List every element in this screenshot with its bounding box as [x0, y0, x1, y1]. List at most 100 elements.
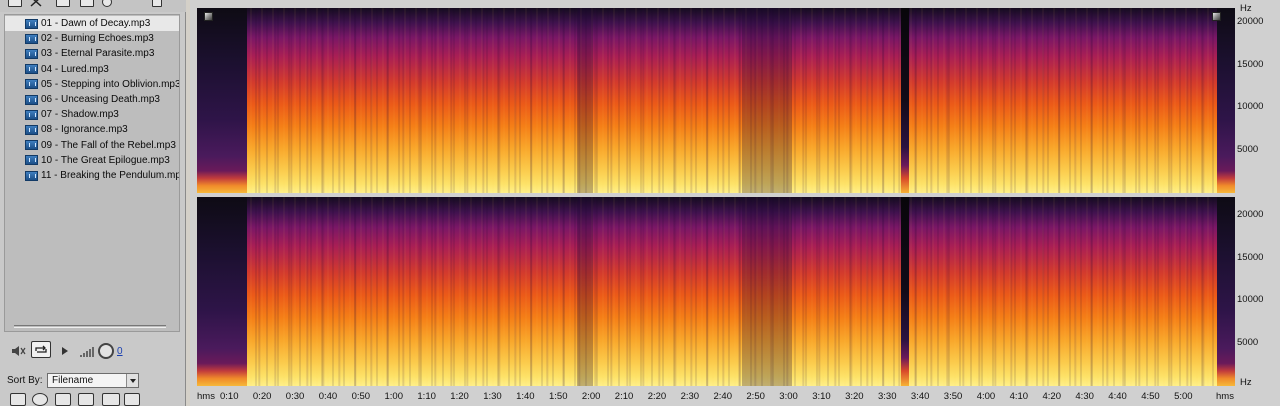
time-tick-label: 2:50	[746, 391, 765, 402]
time-tick-label: 2:20	[647, 391, 667, 402]
file-label: 07 - Shadow.mp3	[41, 109, 119, 121]
audio-file-icon	[25, 79, 38, 90]
file-list-item[interactable]: 07 - Shadow.mp3	[5, 107, 179, 122]
audio-file-icon	[25, 140, 38, 151]
file-list[interactable]: 01 - Dawn of Decay.mp3 02 - Burning Echoe…	[4, 14, 180, 332]
chevron-down-icon[interactable]	[126, 374, 138, 387]
file-list-item[interactable]: 06 - Unceasing Death.mp3	[5, 92, 179, 107]
horizontal-scrollbar[interactable]	[14, 325, 166, 328]
file-list-item[interactable]: 01 - Dawn of Decay.mp3	[5, 16, 179, 31]
file-label: 04 - Lured.mp3	[41, 63, 109, 75]
cut-icon[interactable]	[30, 0, 42, 7]
frequency-axis-right: 20000 15000 10000 5000	[1237, 193, 1280, 388]
spectrogram-channel-right[interactable]	[197, 197, 1235, 386]
time-tick-label: 5:00	[1174, 391, 1193, 402]
file-list-item[interactable]: 03 - Eternal Parasite.mp3	[5, 46, 179, 61]
time-tick-label: 0:40	[318, 391, 338, 402]
time-tick-label: 0:10	[220, 391, 239, 402]
spectrogram-view: Hz 20000 15000 10000 5000 20000 15000 10000 50…	[190, 0, 1280, 406]
open-folder-icon[interactable]	[8, 0, 22, 7]
file-label: 05 - Stepping into Oblivion.mp3	[41, 78, 180, 90]
volume-value[interactable]: 0	[117, 346, 123, 357]
time-tick-label: 0:20	[252, 391, 272, 402]
time-tick-label: 4:40	[1108, 391, 1127, 402]
time-tick-label: 4:20	[1042, 391, 1062, 402]
play-icon[interactable]	[60, 345, 70, 357]
spectrogram-intro-region	[197, 197, 247, 386]
export-icon[interactable]	[124, 393, 140, 406]
loop-button[interactable]	[31, 341, 51, 358]
file-list-item[interactable]: 04 - Lured.mp3	[5, 62, 179, 77]
freq-tick-label: 5000	[1237, 144, 1259, 155]
transport-controls: 0	[0, 338, 186, 364]
audio-file-icon	[25, 94, 38, 105]
file-list-item[interactable]: 10 - The Great Epilogue.mp3	[5, 153, 179, 168]
copy-icon[interactable]	[152, 0, 162, 7]
spectrogram-dark-band	[742, 8, 792, 193]
document-icon[interactable]	[55, 393, 71, 406]
file-label: 11 - Breaking the Pendulum.mp3	[41, 170, 180, 181]
spectrogram-channel-left[interactable]	[197, 8, 1235, 193]
properties-icon[interactable]	[56, 0, 70, 7]
file-label: 06 - Unceasing Death.mp3	[41, 94, 160, 105]
spectrogram-intro-region	[197, 8, 247, 193]
volume-level-icon	[80, 346, 96, 358]
time-tick-label: 4:30	[1075, 391, 1094, 402]
time-end-unit-label: hms	[1216, 391, 1234, 402]
time-tick-label: 2:40	[713, 391, 733, 402]
calendar-icon[interactable]	[80, 0, 94, 7]
filter-icon[interactable]	[102, 393, 120, 406]
corner-marker-left[interactable]	[204, 12, 213, 21]
spectrogram-silence-gap	[901, 197, 909, 386]
time-axis: hms hms 0:10 0:20 0:30 0:40 0:50 1:00 1:10 1:20…	[190, 388, 1280, 406]
freq-tick-label: 5000	[1237, 337, 1259, 348]
freq-tick-label: 15000	[1237, 59, 1264, 70]
file-list-item[interactable]: 08 - Ignorance.mp3	[5, 122, 179, 137]
time-tick-label: 1:20	[450, 391, 469, 402]
time-tick-label: 1:40	[516, 391, 535, 402]
spectrogram-silence-gap	[901, 8, 909, 193]
time-tick-label: 4:10	[1009, 391, 1029, 402]
spectrogram-image	[197, 197, 1235, 386]
time-tick-label: 3:20	[845, 391, 864, 402]
spectrogram-outro-region	[1217, 197, 1235, 386]
freq-tick-label: 15000	[1237, 252, 1264, 263]
time-tick-label: 1:10	[417, 391, 436, 402]
time-tick-label: 4:00	[976, 391, 996, 402]
settings-icon[interactable]	[32, 393, 48, 406]
time-tick-label: 3:30	[878, 391, 897, 402]
freq-tick-label: 10000	[1237, 294, 1264, 305]
audio-file-icon	[25, 18, 38, 29]
music-icon[interactable]	[78, 393, 94, 406]
speaker-mute-icon[interactable]	[10, 344, 26, 358]
spectrum-view-icon[interactable]	[10, 393, 26, 406]
file-label: 08 - Ignorance.mp3	[41, 124, 128, 136]
audio-file-icon	[25, 170, 38, 181]
spectrogram-dark-band	[577, 8, 593, 193]
time-tick-label: 2:00	[581, 391, 601, 402]
time-unit-label: hms	[197, 391, 215, 402]
sort-by-select[interactable]: Filename	[47, 373, 139, 388]
time-tick-label: 2:30	[680, 391, 700, 402]
audio-file-icon	[25, 33, 38, 44]
file-list-item[interactable]: 05 - Stepping into Oblivion.mp3	[5, 77, 180, 92]
time-tick-label: 4:50	[1141, 391, 1160, 402]
time-tick-label: 3:50	[943, 391, 963, 402]
top-toolbar	[0, 0, 186, 12]
info-icon[interactable]	[102, 0, 112, 7]
file-list-item[interactable]: 02 - Burning Echoes.mp3	[5, 31, 179, 46]
freq-tick-label: 10000	[1237, 101, 1264, 112]
time-tick-label: 3:00	[779, 391, 798, 402]
volume-knob[interactable]	[98, 343, 114, 359]
time-tick-label: 3:40	[910, 391, 930, 402]
file-list-item[interactable]: 11 - Breaking the Pendulum.mp3	[5, 168, 180, 183]
audio-file-icon	[25, 48, 38, 59]
time-tick-label: 2:10	[614, 391, 634, 402]
file-label: 03 - Eternal Parasite.mp3	[41, 48, 155, 60]
audio-file-icon	[25, 155, 38, 166]
audio-file-icon	[25, 64, 38, 75]
file-list-item[interactable]: 09 - The Fall of the Rebel.mp3	[5, 138, 179, 153]
corner-marker-right[interactable]	[1212, 12, 1221, 21]
time-tick-label: 0:50	[351, 391, 371, 402]
freq-tick-label: 20000	[1237, 209, 1264, 220]
